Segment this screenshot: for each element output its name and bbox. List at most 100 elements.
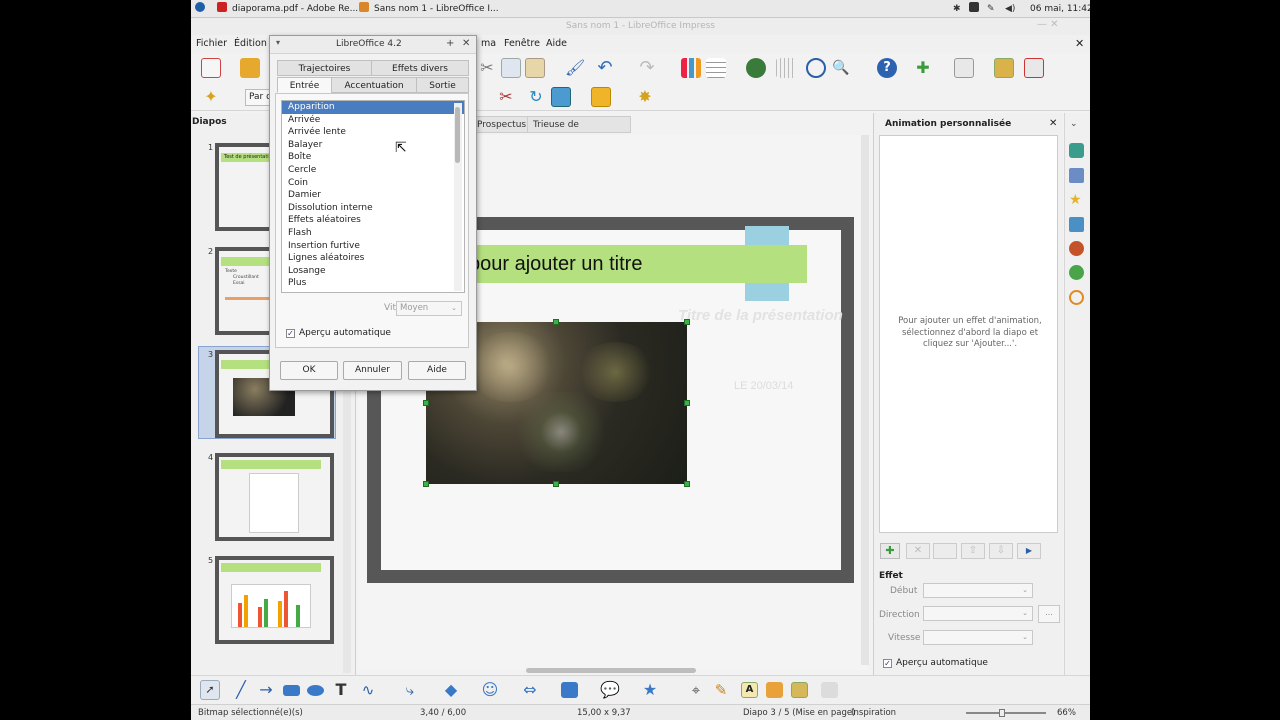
volume-icon[interactable]: ◀)	[1005, 2, 1015, 16]
animation-list[interactable]: Pour ajouter un effet d'animation, sélec…	[879, 135, 1058, 533]
list-item[interactable]: Arrivée lente	[282, 126, 464, 139]
menu-fichier[interactable]: Fichier	[196, 38, 227, 49]
arrow-line-icon[interactable]: →	[256, 680, 276, 700]
crop-icon[interactable]: ✂	[496, 87, 516, 107]
resize-handle[interactable]	[684, 400, 690, 406]
gallery-drawbar-icon[interactable]	[791, 682, 808, 698]
network-icon[interactable]: ✎	[987, 2, 995, 16]
cancel-button[interactable]: Annuler	[343, 361, 402, 380]
fontwork-icon[interactable]: A	[741, 682, 758, 698]
text-icon[interactable]: T	[331, 680, 351, 700]
arrange-icon[interactable]	[591, 87, 611, 107]
rectangle-icon[interactable]	[283, 685, 300, 696]
clone-formatting-icon[interactable]: 🖌	[565, 58, 585, 78]
open-folder-icon[interactable]	[240, 58, 260, 78]
resize-handle[interactable]	[553, 319, 559, 325]
slideshow-icon[interactable]	[1024, 58, 1044, 78]
slide-layout-icon[interactable]	[954, 58, 974, 78]
list-item[interactable]: Coin	[282, 177, 464, 190]
resize-handle[interactable]	[553, 481, 559, 487]
list-item[interactable]: Plus	[282, 277, 464, 290]
help-button[interactable]: Aide	[408, 361, 466, 380]
align-icon[interactable]	[551, 87, 571, 107]
rotate-icon[interactable]: ↻	[526, 87, 546, 107]
autopreview-checkbox[interactable]: ✓ Aperçu automatique	[883, 658, 988, 668]
resize-handle[interactable]	[423, 400, 429, 406]
list-item[interactable]: Flash	[282, 227, 464, 240]
title-placeholder[interactable]: pour ajouter un titre	[469, 245, 807, 283]
menu-edition[interactable]: Édition	[234, 38, 267, 49]
list-item[interactable]: Lignes aléatoires	[282, 252, 464, 265]
basic-shapes-icon[interactable]: ◆	[441, 680, 461, 700]
list-item[interactable]: Losange	[282, 265, 464, 278]
ellipse-icon[interactable]	[307, 685, 324, 696]
more-options-button[interactable]: ...	[1038, 605, 1060, 623]
close-panel-icon[interactable]: ✕	[1049, 118, 1057, 129]
list-scrollbar[interactable]	[454, 103, 462, 291]
tab-sortie[interactable]: Sortie	[416, 77, 469, 93]
list-item[interactable]: Insertion furtive	[282, 240, 464, 253]
points-icon[interactable]: ⌖	[686, 680, 706, 700]
properties-icon[interactable]	[1069, 143, 1084, 158]
remove-effect-button[interactable]: ✕	[906, 543, 930, 559]
custom-animation-icon[interactable]	[1069, 241, 1084, 256]
insert-image-icon[interactable]	[766, 682, 783, 698]
paste-icon[interactable]	[525, 58, 545, 78]
cut-icon[interactable]: ✂	[477, 58, 497, 78]
dialog-titlebar[interactable]: ▾ LibreOffice 4.2 + ✕	[270, 36, 476, 54]
zoom-thumb[interactable]	[999, 709, 1005, 717]
window-controls[interactable]: — ✕	[1037, 19, 1059, 30]
stop-icon[interactable]	[969, 2, 984, 16]
tab-effets-divers[interactable]: Effets divers	[371, 60, 469, 76]
move-up-button[interactable]: ⇧	[961, 543, 985, 559]
autopreview-checkbox[interactable]: ✓ Aperçu automatique	[286, 328, 391, 338]
new-document-icon[interactable]	[201, 58, 221, 78]
list-item[interactable]: Dissolution interne	[282, 202, 464, 215]
tab-accentuation[interactable]: Accentuation	[331, 77, 417, 93]
layouts-icon[interactable]	[1069, 168, 1084, 183]
move-down-button[interactable]: ⇩	[989, 543, 1013, 559]
list-item[interactable]: Boîte	[282, 151, 464, 164]
line-icon[interactable]: ╱	[231, 680, 251, 700]
effects-icon[interactable]: ✸	[635, 87, 655, 107]
grid-icon[interactable]	[776, 58, 796, 78]
vertical-scrollbar[interactable]	[861, 135, 869, 665]
tab-trieuse[interactable]: Trieuse de diapositives	[527, 116, 631, 147]
menu-aide[interactable]: Aide	[546, 38, 567, 49]
horizontal-scrollbar[interactable]	[526, 668, 696, 673]
play-button[interactable]: ▶	[1017, 543, 1041, 559]
symbol-shapes-icon[interactable]: ☺	[480, 680, 500, 700]
slide-design-icon[interactable]	[994, 58, 1014, 78]
select-arrow-icon[interactable]: ➚	[200, 680, 220, 700]
table-icon[interactable]	[706, 58, 726, 78]
modify-effect-button[interactable]	[933, 543, 957, 559]
glue-points-icon[interactable]: ✎	[711, 680, 731, 700]
sidebar-menu-icon[interactable]: ⌄	[1070, 119, 1078, 129]
new-slide-icon[interactable]: ✚	[913, 58, 933, 78]
master-slides-icon[interactable]: ★	[1069, 193, 1084, 208]
taskbar-item-impress[interactable]: Sans nom 1 - LibreOffice I...	[359, 2, 499, 16]
tab-entree[interactable]: Entrée	[277, 77, 332, 93]
extrusion-icon[interactable]	[821, 682, 838, 698]
effect-list[interactable]: Apparition Arrivée Arrivée lente Balayer…	[281, 100, 465, 293]
navigator-sidebar-icon[interactable]	[1069, 290, 1084, 305]
copy-icon[interactable]	[501, 58, 521, 78]
direction-combo[interactable]: ⌄	[923, 606, 1033, 621]
resize-handle[interactable]	[684, 481, 690, 487]
ok-button[interactable]: OK	[280, 361, 338, 380]
list-item[interactable]: Balayer	[282, 139, 464, 152]
resize-handle[interactable]	[684, 319, 690, 325]
list-item[interactable]: Damier	[282, 189, 464, 202]
block-arrows-icon[interactable]: ⇔	[520, 680, 540, 700]
tab-trajectoires[interactable]: Trajectoires	[277, 60, 372, 76]
speed-combo[interactable]: ⌄	[923, 630, 1033, 645]
zoom-icon[interactable]: 🔍	[831, 58, 851, 78]
add-effect-button[interactable]: ✚	[880, 543, 900, 559]
bluetooth-icon[interactable]: ✱	[953, 2, 961, 16]
close-dialog-icon[interactable]: ✕	[462, 38, 470, 49]
list-item[interactable]: Arrivée	[282, 114, 464, 127]
slide-transition-icon[interactable]	[1069, 217, 1084, 232]
resize-handle[interactable]	[423, 481, 429, 487]
navigator-icon[interactable]	[806, 58, 826, 78]
pin-icon[interactable]: +	[446, 38, 454, 49]
